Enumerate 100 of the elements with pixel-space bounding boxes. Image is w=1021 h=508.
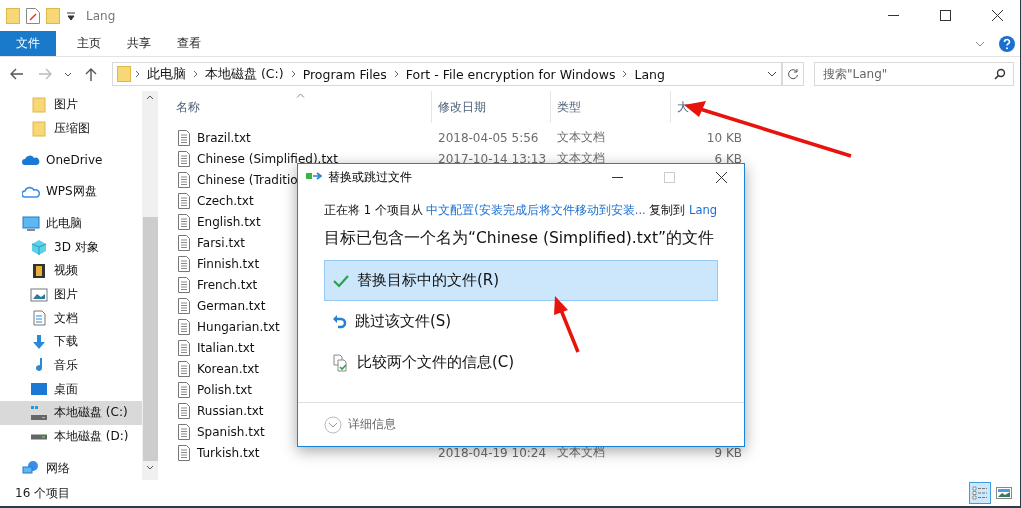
text-file-icon <box>178 402 190 419</box>
text-file-icon <box>178 234 190 251</box>
refresh-icon <box>787 68 799 80</box>
target-folder-link[interactable]: Lang <box>689 203 718 217</box>
chevron-down-icon <box>64 71 72 77</box>
thumbnail-view-icon <box>996 487 1012 499</box>
scrollbar[interactable] <box>142 91 158 480</box>
sidebar-item[interactable]: 本地磁盘 (D:) <box>0 424 142 449</box>
maximize-icon <box>939 10 951 21</box>
copy-progress-text: 正在将 1 个项目从 中文配置(安装完成后将文件移动到安装... 复制到 Lang <box>324 203 718 218</box>
dialog-option[interactable]: 替换目标中的文件(R) <box>324 260 718 301</box>
new-folder-icon <box>46 7 60 24</box>
table-cell-text: 文本文档 <box>556 150 606 167</box>
text-file-icon <box>178 171 190 188</box>
details-view-button[interactable] <box>969 482 991 504</box>
chevron-right-icon <box>135 70 140 78</box>
desktop-icon <box>30 381 48 398</box>
refresh-button[interactable] <box>782 62 804 86</box>
text-file-icon <box>178 339 190 356</box>
text-file-icon <box>178 192 190 209</box>
download-arrow-icon <box>30 333 48 350</box>
dialog-option[interactable]: 比较两个文件的信息(C) <box>324 342 718 383</box>
search-field[interactable]: 搜索"Lang" <box>814 62 1014 86</box>
text-file-icon <box>178 129 190 146</box>
address-bar[interactable]: 此电脑 本地磁盘 (C:) Program Files Fort - File encryption for Windows Lang <box>112 62 782 86</box>
sidebar-item[interactable]: 下载 <box>0 330 142 354</box>
drive-icon <box>30 404 48 421</box>
chevron-right-icon <box>393 70 399 78</box>
table-cell-text: 2018-04-05 5:56 <box>437 130 540 145</box>
ribbon-tab[interactable]: 文件 <box>0 31 56 56</box>
up-arrow-icon <box>85 67 97 81</box>
sidebar-item[interactable]: 此电脑 <box>0 211 142 236</box>
dialog-title: 替换或跳过文件 <box>328 168 412 186</box>
file-name[interactable]: Brazil.txt <box>162 129 431 146</box>
annotation-arrow <box>552 296 582 354</box>
minimize-icon <box>611 176 623 178</box>
text-file-icon <box>178 297 190 314</box>
text-file-icon <box>178 381 190 398</box>
image-icon <box>30 286 48 303</box>
sidebar-item[interactable]: 图片 <box>0 282 142 307</box>
sidebar-item[interactable]: 文档 <box>0 306 142 331</box>
table-cell-text: 文本文档 <box>556 444 606 461</box>
sidebar-item[interactable]: 音乐 <box>0 353 142 378</box>
file-name[interactable]: Turkish.txt <box>162 444 431 461</box>
folder-icon <box>117 66 131 82</box>
text-file-icon <box>178 360 190 377</box>
table-cell-text: 2018-04-19 10:24 <box>437 445 548 460</box>
breadcrumb[interactable]: Lang <box>631 66 668 82</box>
text-file-icon <box>178 318 190 335</box>
breadcrumb[interactable]: 本地磁盘 (C:) <box>202 65 287 83</box>
sidebar-item[interactable]: 桌面 <box>0 377 142 402</box>
source-folder-link[interactable]: 中文配置(安装完成后将文件移动到安装... <box>426 203 646 217</box>
sidebar-item[interactable]: 本地磁盘 (C:) <box>0 401 142 425</box>
table-cell-text: 文本文档 <box>556 129 606 146</box>
chevron-right-icon <box>290 70 296 78</box>
ribbon-tab[interactable]: 共享 <box>114 31 164 56</box>
sort-ascending-icon <box>296 93 305 98</box>
table-cell-text: 9 KB <box>713 445 743 460</box>
column-header[interactable]: 修改日期 <box>431 91 550 123</box>
maximize-icon <box>663 171 675 183</box>
column-header[interactable]: 类型 <box>550 91 670 123</box>
search-icon <box>994 68 1006 80</box>
text-file-icon <box>178 255 190 272</box>
text-file-icon <box>178 276 190 293</box>
dropdown-caret-icon[interactable] <box>66 10 76 21</box>
ribbon-tab[interactable]: 主页 <box>64 31 114 56</box>
film-icon <box>30 262 48 279</box>
breadcrumb[interactable]: Program Files <box>299 66 390 82</box>
move-file-icon <box>306 172 322 182</box>
monitor-icon <box>22 215 40 232</box>
back-arrow-icon <box>10 68 24 80</box>
sidebar-item[interactable]: 网络 <box>0 456 142 481</box>
dialog-heading: 目标已包含一个名为“Chinese (Simplified).txt”的文件 <box>324 228 716 249</box>
file-name[interactable]: Polish.txt <box>162 381 431 398</box>
properties-icon[interactable] <box>26 7 40 24</box>
sidebar-item[interactable]: 3D 对象 <box>0 235 142 260</box>
help-icon[interactable] <box>999 35 1015 52</box>
sidebar-item[interactable]: WPS网盘 <box>0 180 142 204</box>
breadcrumb[interactable]: Fort - File encryption for Windows <box>402 66 619 82</box>
sidebar-item[interactable]: 压缩图 <box>0 116 142 141</box>
minimize-icon <box>887 15 899 16</box>
table-cell-text: 6 KB <box>713 151 743 166</box>
table-cell-text: 2017-10-14 13:13 <box>437 151 548 166</box>
folder-icon <box>6 7 20 24</box>
sidebar-item[interactable]: OneDrive <box>0 148 142 172</box>
chevron-down-icon[interactable] <box>767 71 777 77</box>
expand-icon <box>324 415 342 434</box>
cube-icon <box>30 239 48 256</box>
breadcrumb[interactable]: 此电脑 <box>144 65 189 83</box>
column-header[interactable]: 名称 <box>162 91 431 123</box>
file-name[interactable]: Chinese (Simplified).txt <box>162 150 431 167</box>
close-icon <box>991 10 1003 21</box>
chevron-right-icon <box>622 70 628 78</box>
sidebar-item[interactable]: 图片 <box>0 93 142 117</box>
forward-arrow-icon <box>38 68 52 80</box>
sidebar-item[interactable]: 视频 <box>0 259 142 283</box>
text-file-icon <box>178 423 190 440</box>
compare-files-icon <box>333 353 349 372</box>
item-count: 16 个项目 <box>15 484 71 502</box>
ribbon-tab[interactable]: 查看 <box>164 31 214 56</box>
